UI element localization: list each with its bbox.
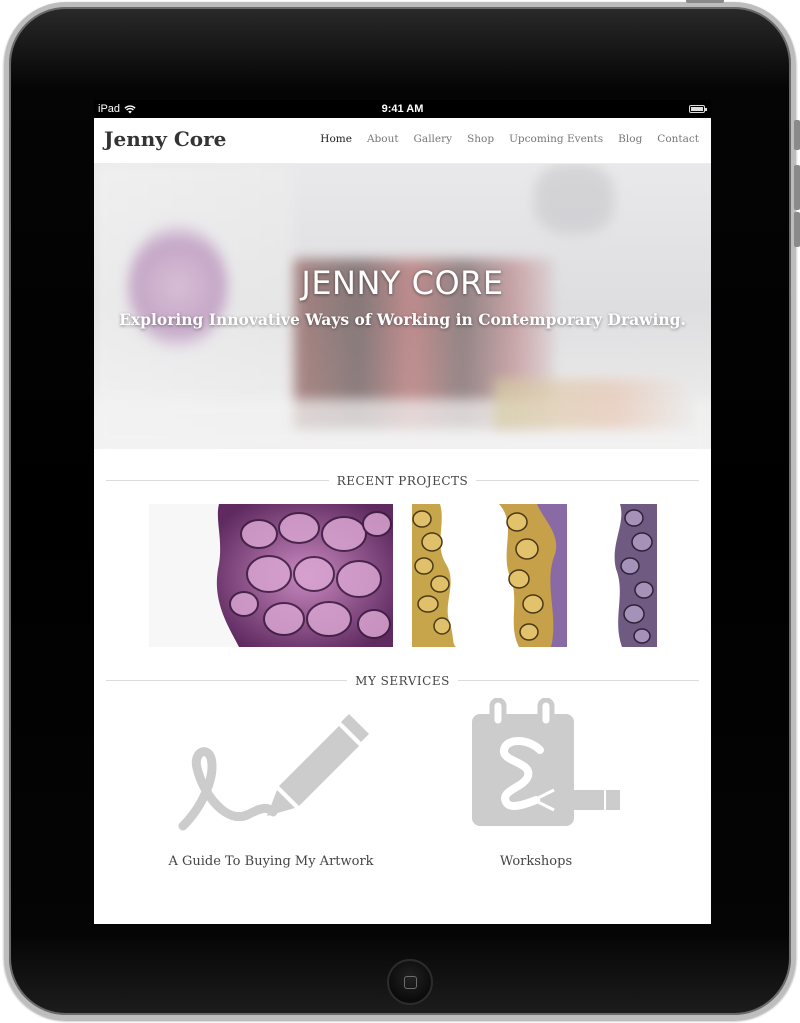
home-square-icon (404, 976, 417, 989)
volume-up-button (794, 165, 800, 210)
nav-item-contact[interactable]: Contact (657, 133, 699, 145)
pen-signature-icon (178, 714, 369, 831)
nav-item-upcoming-events[interactable]: Upcoming Events (509, 133, 603, 145)
site-title[interactable]: Jenny Core (104, 127, 226, 151)
project-thumbnail[interactable] (612, 504, 657, 647)
screen: iPad 9:41 AM Jenny Core Home About Galle… (94, 100, 711, 924)
recent-projects-gallery (94, 500, 711, 650)
service-workshops[interactable]: Workshops (416, 698, 656, 869)
nav-item-blog[interactable]: Blog (618, 133, 642, 145)
hero-text: JENNY CORE Exploring Innovative Ways of … (94, 264, 711, 329)
nav-item-shop[interactable]: Shop (467, 133, 494, 145)
status-time: 9:41 AM (381, 103, 424, 115)
services-section: A Guide To Buying My Artwork Workshops (94, 698, 711, 913)
nav-item-about[interactable]: About (367, 133, 399, 145)
hero-banner: JENNY CORE Exploring Innovative Ways of … (94, 164, 711, 449)
hero-bg-palette (494, 379, 694, 429)
hero-subtitle: Exploring Innovative Ways of Working in … (119, 310, 686, 329)
project-thumbnail[interactable] (499, 504, 567, 647)
project-artwork-gold-purple (499, 504, 567, 647)
services-title: MY SERVICES (347, 674, 458, 688)
nav-item-home[interactable]: Home (320, 133, 352, 145)
sleep-button (686, 0, 724, 3)
home-button[interactable] (387, 959, 433, 1005)
site-header: Jenny Core Home About Gallery Shop Upcom… (94, 118, 711, 164)
project-thumbnail[interactable] (412, 504, 460, 647)
project-artwork-violet (614, 504, 657, 647)
recent-projects-title: RECENT PROJECTS (328, 474, 477, 488)
hero-bg-lamp (534, 164, 614, 234)
notepad-pencil-icon (472, 698, 620, 826)
project-artwork-gold (412, 504, 456, 647)
project-artwork-purple (149, 504, 393, 647)
main-nav: Home About Gallery Shop Upcoming Events … (320, 133, 699, 145)
status-bar: iPad 9:41 AM (94, 100, 711, 118)
service-label: Workshops (499, 854, 573, 869)
mute-switch (794, 120, 800, 150)
service-label: A Guide To Buying My Artwork (168, 854, 374, 869)
hero-title: JENNY CORE (301, 264, 504, 302)
nav-item-gallery[interactable]: Gallery (414, 133, 453, 145)
services-heading: MY SERVICES (106, 670, 699, 690)
recent-projects-heading: RECENT PROJECTS (106, 470, 699, 490)
volume-down-button (794, 212, 800, 247)
service-buying-guide[interactable]: A Guide To Buying My Artwork (151, 698, 391, 869)
project-thumbnail[interactable] (149, 504, 393, 647)
battery-icon (689, 105, 707, 113)
